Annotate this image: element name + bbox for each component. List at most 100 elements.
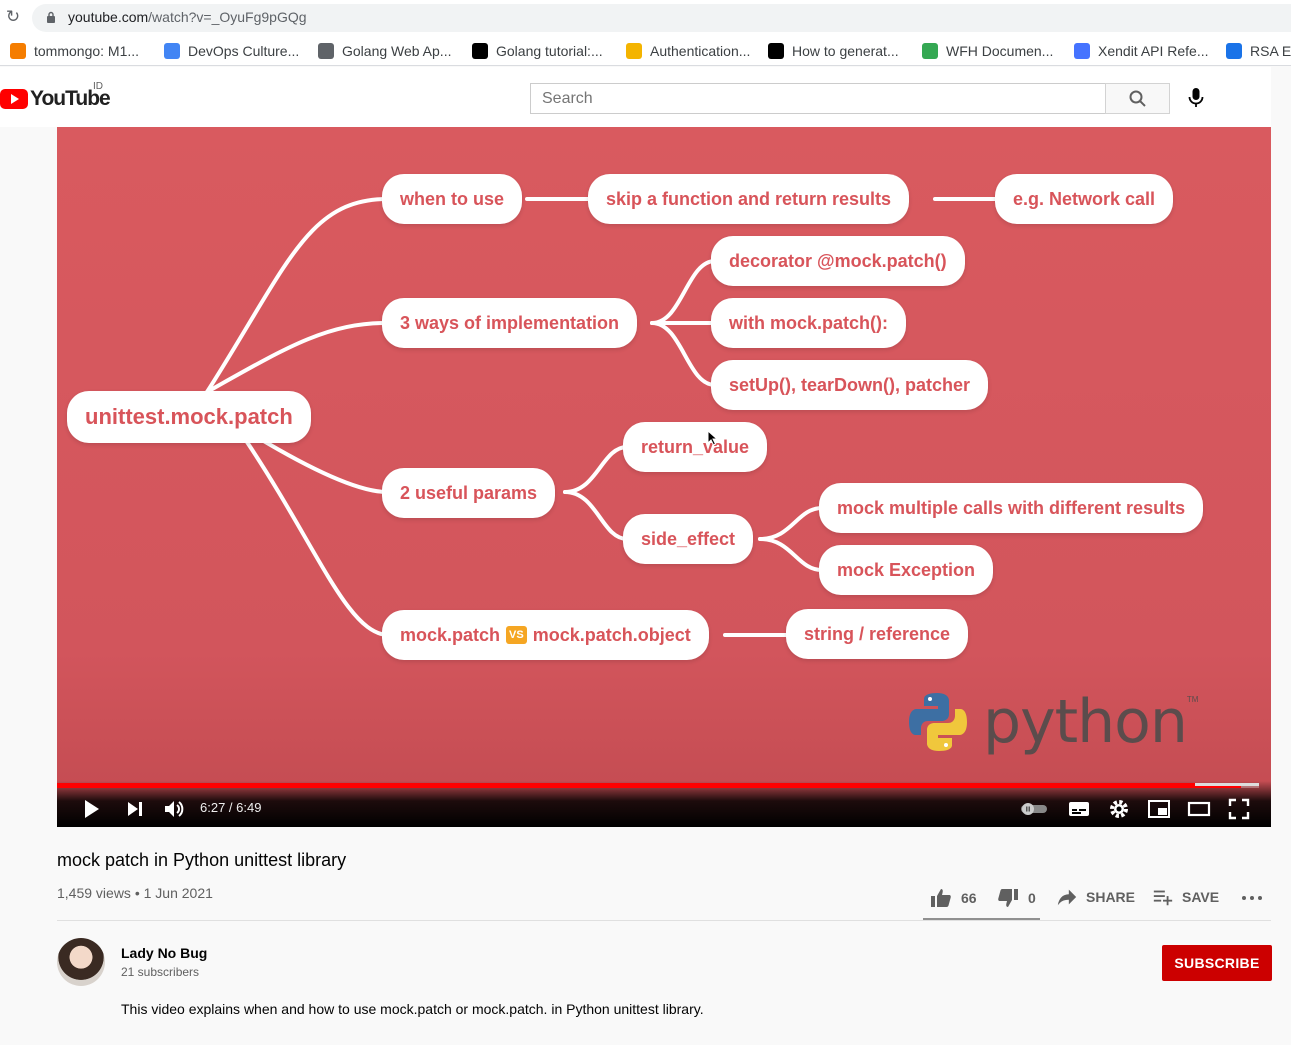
- settings-gear-icon[interactable]: [1107, 797, 1131, 821]
- bookmark-label: Golang Web Ap...: [342, 43, 452, 59]
- time-display: 6:27 / 6:49: [200, 800, 262, 815]
- bookmark-item[interactable]: How to generat...: [768, 42, 899, 60]
- video-title: mock patch in Python unittest library: [57, 850, 347, 870]
- video-actions: 66 0 SHARE SAVE: [923, 880, 1273, 920]
- url-text[interactable]: youtube.com/watch?v=_OyuFg9pGQg: [68, 9, 307, 25]
- vs-badge: VS: [506, 626, 527, 644]
- share-label: SHARE: [1086, 889, 1136, 905]
- node-string-reference: string / reference: [786, 609, 969, 659]
- bookmark-label: Xendit API Refe...: [1098, 43, 1209, 59]
- video-views-date: 1,459 views • 1 Jun 2021: [57, 885, 213, 901]
- bookmark-item[interactable]: DevOps Culture...: [164, 42, 299, 60]
- search-icon: [1129, 90, 1146, 107]
- node-skip-function: skip a function and return results: [588, 174, 910, 224]
- microphone-icon[interactable]: [1183, 85, 1209, 111]
- node-with-statement: with mock.patch():: [711, 298, 907, 348]
- node-label: skip a function and return results: [606, 188, 892, 209]
- like-button[interactable]: 66: [929, 886, 977, 910]
- python-wordmark: python: [983, 687, 1188, 757]
- node-label: mock multiple calls with different resul…: [837, 497, 1186, 518]
- search-button[interactable]: [1105, 83, 1170, 114]
- node-label: mock Exception: [837, 559, 976, 580]
- rsa-icon: [1226, 43, 1242, 59]
- node-side-effect: side_effect: [623, 514, 754, 564]
- node-label-b: mock.patch.object: [532, 624, 691, 645]
- search-input[interactable]: [530, 83, 1106, 114]
- cursor-icon: [707, 430, 719, 446]
- url-domain: youtube.com: [68, 9, 149, 25]
- bookmark-label: WFH Documen...: [946, 43, 1054, 59]
- node-multiple-calls: mock multiple calls with different resul…: [819, 483, 1204, 533]
- bookmark-item[interactable]: RSA En: [1226, 42, 1291, 60]
- country-code: ID: [93, 81, 103, 92]
- bookmark-label: tommongo: M1...: [34, 43, 140, 59]
- bookmark-item[interactable]: Golang tutorial:...: [472, 42, 603, 60]
- playlist-add-icon: [1153, 890, 1173, 906]
- miniplayer-icon[interactable]: [1147, 797, 1171, 821]
- node-setup-teardown: setUp(), tearDown(), patcher: [711, 360, 989, 410]
- bookmark-label: Golang tutorial:...: [496, 43, 603, 59]
- dislike-button[interactable]: 0: [996, 886, 1036, 910]
- python-logo: python TM: [907, 687, 1198, 757]
- share-button[interactable]: SHARE: [1056, 886, 1135, 908]
- volume-icon[interactable]: [162, 797, 186, 821]
- medium-icon: [768, 43, 784, 59]
- node-label: with mock.patch():: [729, 312, 889, 333]
- thumbs-up-icon: [931, 889, 951, 907]
- save-button[interactable]: SAVE: [1152, 886, 1219, 908]
- subscribe-button[interactable]: SUBSCRIBE: [1162, 945, 1272, 981]
- node-when-to-use: when to use: [382, 174, 523, 224]
- more-options-icon[interactable]: [1240, 886, 1264, 910]
- node-label: 2 useful params: [400, 482, 538, 503]
- progress-bar[interactable]: [57, 783, 1259, 788]
- reload-icon[interactable]: ↻: [4, 8, 22, 26]
- url-path: /watch?v=_OyuFg9pGQg: [148, 9, 307, 25]
- bookmark-item[interactable]: Xendit API Refe...: [1074, 42, 1209, 60]
- bookmark-item[interactable]: Golang Web Ap...: [318, 42, 451, 60]
- bookmark-item[interactable]: WFH Documen...: [922, 42, 1053, 60]
- channel-avatar[interactable]: [57, 938, 105, 986]
- channel-name[interactable]: Lady No Bug: [121, 945, 207, 961]
- node-mock-exception: mock Exception: [819, 545, 994, 595]
- thumbs-down-icon: [998, 889, 1018, 907]
- node-label: 3 ways of implementation: [400, 312, 620, 333]
- mindmap-root-node: unittest.mock.patch: [67, 391, 311, 443]
- subtitles-icon[interactable]: [1067, 797, 1091, 821]
- node-label: string / reference: [804, 623, 951, 644]
- bookmark-label: Authentication...: [650, 43, 751, 59]
- bookmark-label: RSA En: [1250, 43, 1291, 59]
- trademark-mark: TM: [1186, 695, 1199, 704]
- node-decorator: decorator @mock.patch(): [711, 236, 965, 286]
- youtube-logo[interactable]: YouTube ID: [0, 81, 111, 111]
- bookmarks-bar: tommongo: M1... DevOps Culture... Golang W…: [0, 36, 1291, 66]
- bookmark-item[interactable]: Authentication...: [626, 42, 750, 60]
- node-label: decorator @mock.patch(): [729, 250, 947, 271]
- fullscreen-icon[interactable]: [1227, 797, 1251, 821]
- book-icon: [318, 43, 334, 59]
- node-label: when to use: [400, 188, 505, 209]
- video-description: This video explains when and how to use …: [121, 1001, 704, 1017]
- like-count: 66: [961, 890, 977, 906]
- next-icon[interactable]: [123, 797, 147, 821]
- bookmark-label: DevOps Culture...: [188, 43, 300, 59]
- node-label: unittest.mock.patch: [85, 404, 293, 429]
- python-snake-icon: [909, 693, 967, 751]
- node-patch-vs-object: mock.patch VS mock.patch.object: [382, 610, 709, 660]
- progress-scrubber-buffer: [1195, 783, 1259, 786]
- youtube-play-icon: [0, 89, 28, 109]
- node-label: setUp(), tearDown(), patcher: [729, 374, 971, 395]
- infinity-icon: [164, 43, 180, 59]
- bookmark-item[interactable]: tommongo: M1...: [10, 42, 139, 60]
- section-divider: [57, 920, 1271, 921]
- blogger-icon: [10, 43, 26, 59]
- autoplay-toggle-icon[interactable]: [1019, 797, 1049, 821]
- video-player[interactable]: unittest.mock.patch when to use skip a f…: [57, 127, 1271, 827]
- node-return-value: return_value: [623, 422, 768, 472]
- lock-icon: [47, 11, 55, 23]
- youtube-header: YouTube ID: [0, 67, 1271, 127]
- subscriber-count: 21 subscribers: [121, 965, 200, 979]
- theater-mode-icon[interactable]: [1187, 797, 1211, 821]
- progress-fill: [57, 783, 1241, 788]
- play-icon[interactable]: [79, 797, 103, 821]
- node-network-call: e.g. Network call: [995, 174, 1174, 224]
